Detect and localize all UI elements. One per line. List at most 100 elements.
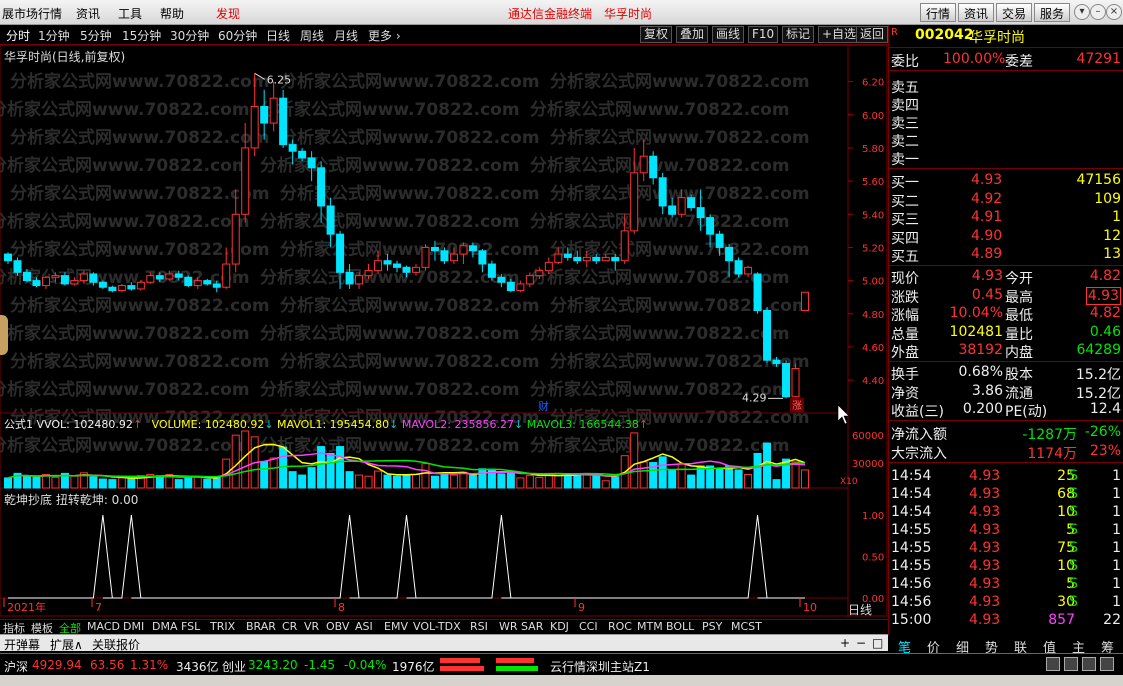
indicator-tab[interactable]: EMV: [384, 620, 408, 633]
volume-bar: [459, 471, 468, 489]
indicator-tab[interactable]: BRAR: [246, 620, 276, 633]
sound-icon[interactable]: [1064, 657, 1078, 671]
indicator-tab[interactable]: SAR: [521, 620, 543, 633]
tab-quotes-button[interactable]: 行情: [920, 3, 957, 22]
tick-side: S: [1069, 522, 1078, 538]
tick-time: 14:56: [891, 576, 932, 592]
danmaku-button[interactable]: 开弹幕: [4, 636, 40, 653]
draw-button[interactable]: 画线: [712, 26, 745, 43]
zoom-in-button[interactable]: +: [840, 636, 850, 650]
chevron-down-icon[interactable]: ▾: [1074, 4, 1090, 20]
tick-count: 1: [1112, 558, 1121, 574]
indicator-tab[interactable]: RSI: [470, 620, 488, 633]
back-button[interactable]: 返回: [856, 26, 888, 43]
indicator-tab[interactable]: DMI: [123, 620, 144, 633]
tab-trade-button[interactable]: 交易: [996, 3, 1033, 22]
indicator-tab[interactable]: OBV: [326, 620, 349, 633]
tick-row[interactable]: 14:56 4.93 30 S 1: [891, 594, 1121, 612]
indicator-tab[interactable]: TRIX: [210, 620, 235, 633]
chat-icon[interactable]: [1100, 657, 1114, 671]
menu-discover[interactable]: 发现: [216, 5, 240, 22]
side-collapse-handle[interactable]: [0, 315, 8, 355]
overlay-button[interactable]: 叠加: [676, 26, 709, 43]
indicator-tab[interactable]: MCST: [731, 620, 762, 633]
indicator-tab[interactable]: VR: [304, 620, 319, 633]
adjust-button[interactable]: 复权: [640, 26, 673, 43]
volume-unit: X10: [840, 477, 858, 487]
period-60min[interactable]: 60分钟: [218, 27, 257, 44]
tick-row[interactable]: 14:54 4.93 68 S 1: [891, 486, 1121, 504]
minimize-icon[interactable]: –: [1090, 4, 1106, 20]
menu-tools[interactable]: 工具: [118, 5, 142, 22]
chart-area[interactable]: 分析家公式网www.70822.com 分析家公式网www.70822.com 分析…: [0, 45, 888, 617]
related-quote-button[interactable]: 关联报价: [92, 636, 140, 653]
period-intraday[interactable]: 分时: [6, 27, 30, 44]
date-label: 9: [578, 601, 585, 614]
stat-label: 总量: [891, 326, 919, 343]
indicator-tab[interactable]: MACD: [87, 620, 120, 633]
add-favorite-button[interactable]: +自选: [818, 26, 861, 43]
period-30min[interactable]: 30分钟: [170, 27, 209, 44]
period-monthly[interactable]: 月线: [334, 27, 358, 44]
menu-help[interactable]: 帮助: [160, 5, 184, 22]
volume-bar: [421, 463, 430, 489]
volume-bar: [639, 461, 648, 489]
period-15min[interactable]: 15分钟: [122, 27, 161, 44]
indicator-tab[interactable]: ASI: [355, 620, 373, 633]
period-5min[interactable]: 5分钟: [80, 27, 112, 44]
volume-bar: [772, 479, 781, 489]
indicator-tab[interactable]: WR: [499, 620, 518, 633]
indicator-tab[interactable]: VOL-TDX: [413, 620, 461, 633]
zoom-out-button[interactable]: −: [856, 636, 866, 650]
tick-time: 14:55: [891, 522, 932, 538]
indicator-tab[interactable]: CCI: [579, 620, 598, 633]
candle-body: [497, 276, 506, 283]
period-daily[interactable]: 日线: [266, 27, 290, 44]
f10-button[interactable]: F10: [748, 26, 779, 43]
tick-row[interactable]: 14:55 4.93 10 S 1: [891, 558, 1121, 576]
tick-row[interactable]: 14:56 4.93 5 S 1: [891, 576, 1121, 594]
window-button[interactable]: □: [872, 636, 883, 650]
candle-body: [782, 363, 791, 398]
stat-row: 总量 102481 量比 0.46: [891, 324, 1121, 343]
candle-body: [146, 275, 155, 283]
tick-row[interactable]: 14:54 4.93 25 S 1: [891, 468, 1121, 486]
candle-body: [753, 273, 762, 311]
grid-icon[interactable]: [1082, 657, 1096, 671]
low-label: 4.29: [742, 391, 767, 404]
stock-name: 华孚时尚: [969, 30, 1025, 46]
indicator-tab[interactable]: BOLL: [666, 620, 694, 633]
tab-news-button[interactable]: 资讯: [958, 3, 995, 22]
tab-service-button[interactable]: 服务: [1034, 3, 1071, 22]
close-icon[interactable]: ×: [1106, 4, 1122, 20]
menu-news[interactable]: 资讯: [76, 5, 100, 22]
tick-row[interactable]: 14:54 4.93 10 S 1: [891, 504, 1121, 522]
mark-button[interactable]: 标记: [782, 26, 815, 43]
candle-body: [250, 105, 259, 149]
indicator-tab[interactable]: MTM: [637, 620, 663, 633]
volume-bar: [393, 475, 402, 489]
period-1min[interactable]: 1分钟: [38, 27, 70, 44]
expand-button[interactable]: 扩展∧: [50, 636, 83, 653]
settings-icon[interactable]: [1046, 657, 1060, 671]
tick-row[interactable]: 15:00 4.93 857 22: [891, 612, 1121, 630]
weicha-value: 47291: [1076, 51, 1121, 67]
tick-row[interactable]: 14:55 4.93 75 S 1: [891, 540, 1121, 558]
indicator-tab[interactable]: ROC: [608, 620, 632, 633]
indicator-tab[interactable]: PSY: [702, 620, 722, 633]
period-weekly[interactable]: 周线: [300, 27, 324, 44]
indicator-tab[interactable]: FSL: [181, 620, 200, 633]
indicator-tab[interactable]: CR: [282, 620, 297, 633]
menu-market[interactable]: 展市场行情: [2, 5, 62, 22]
candle-body: [298, 150, 307, 159]
volume-bar: [155, 475, 164, 489]
tick-row[interactable]: 14:55 4.93 5 S 1: [891, 522, 1121, 540]
buy-volume: 109: [1094, 190, 1121, 207]
period-more[interactable]: 更多 ›: [368, 27, 401, 44]
sell-row: 卖三: [891, 113, 1121, 132]
indicator-header: 乾坤抄底 扭转乾坤: 0.00: [4, 493, 139, 507]
stat2-value: 0.68%: [958, 364, 1003, 380]
price-tick-label: 4.40: [862, 376, 884, 387]
indicator-tab[interactable]: KDJ: [550, 620, 569, 633]
indicator-tab[interactable]: DMA: [152, 620, 178, 633]
